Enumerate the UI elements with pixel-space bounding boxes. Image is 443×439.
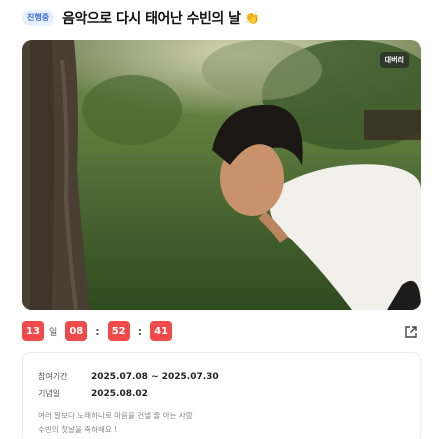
clapping-hands-icon: 👏 — [244, 11, 260, 25]
event-header: 진행중 음악으로 다시 태어난 수빈의 날 👏 — [22, 8, 422, 28]
countdown-minutes: 52 — [107, 321, 130, 341]
status-badge: 진행중 — [22, 10, 55, 26]
period-label: 참여기간 — [38, 372, 68, 381]
countdown-timer: 13 일 08 : 52 : 41 — [22, 320, 173, 342]
countdown-hours: 08 — [65, 321, 88, 341]
hero-tag: 대버리 — [379, 52, 409, 68]
page-title: 음악으로 다시 태어난 수빈의 날 👏 — [62, 8, 259, 28]
external-link-icon — [405, 326, 417, 338]
countdown-separator: : — [137, 324, 143, 338]
countdown-day-unit: 일 — [49, 327, 58, 338]
description-line: 수빈의 첫날을 축하해요 ! — [38, 425, 118, 434]
countdown-seconds: 41 — [150, 321, 173, 341]
event-description: 여러 말보다 노래하나로 마음을 건넬 줄 아는 사람 수빈의 첫날을 축하해요… — [38, 409, 338, 437]
description-line: 여러 말보다 노래하나로 마음을 건넬 줄 아는 사람 — [38, 411, 193, 420]
countdown-days: 13 — [22, 321, 44, 341]
anniversary-row: 기념일 2025.08.02 — [38, 388, 148, 399]
anniversary-label: 기념일 — [38, 389, 61, 398]
countdown-separator: : — [95, 324, 100, 338]
period-row: 참여기간 2025.07.08 ~ 2025.07.30 — [38, 371, 219, 382]
hero-photo — [22, 40, 421, 310]
share-button[interactable] — [404, 324, 418, 338]
anniversary-value: 2025.08.02 — [91, 388, 148, 399]
page-title-text: 음악으로 다시 태어난 수빈의 날 — [62, 11, 241, 27]
event-info-card: 참여기간 2025.07.08 ~ 2025.07.30 기념일 2025.08… — [22, 352, 421, 439]
period-value: 2025.07.08 ~ 2025.07.30 — [91, 371, 219, 382]
hero-image: 대버리 — [22, 40, 421, 310]
